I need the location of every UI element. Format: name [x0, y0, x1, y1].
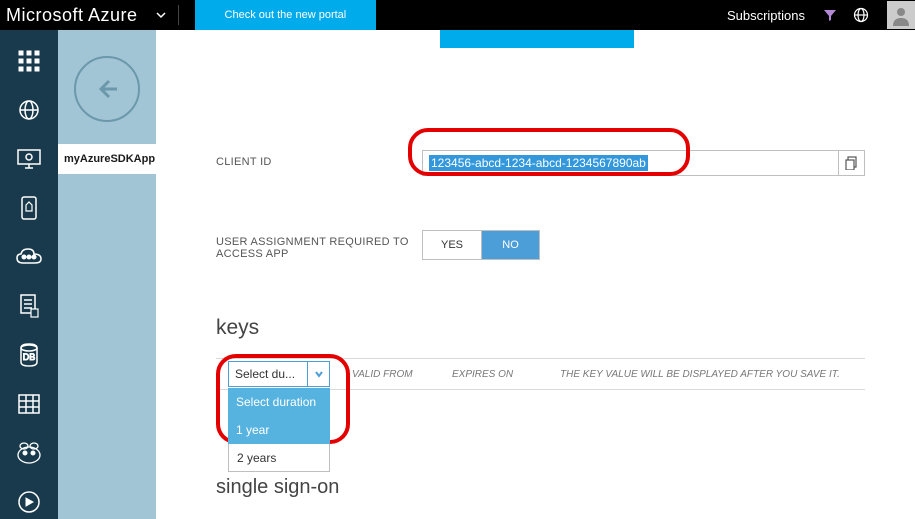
subnav-app-item[interactable]: myAzureSDKApp: [58, 144, 156, 174]
globe-icon[interactable]: [845, 7, 877, 23]
sub-navigation: myAzureSDKApp: [58, 30, 156, 519]
client-id-label: CLIENT ID: [216, 150, 422, 168]
top-bar: Microsoft Azure Check out the new portal…: [0, 0, 915, 30]
nav-globe-icon[interactable]: [9, 93, 49, 126]
column-valid-from: VALID FROM: [352, 369, 452, 380]
sso-section-title: single sign-on: [216, 476, 865, 499]
column-value-hint: THE KEY VALUE WILL BE DISPLAYED AFTER YO…: [560, 369, 865, 380]
nav-cloud-icon[interactable]: [9, 240, 49, 273]
user-assignment-label: USER ASSIGNMENT REQUIRED TO ACCESS APP: [216, 230, 422, 260]
chevron-down-icon: [307, 362, 329, 386]
nav-mobile-icon[interactable]: [9, 191, 49, 224]
nav-database-icon[interactable]: DB: [9, 339, 49, 372]
brand-label: Microsoft Azure: [0, 5, 150, 26]
duration-dropdown: Select duration 1 year 2 years: [228, 388, 330, 472]
left-navigation: DB: [0, 30, 58, 519]
nav-monitor-icon[interactable]: [9, 142, 49, 175]
client-id-field[interactable]: 123456-abcd-1234-abcd-1234567890ab: [422, 150, 839, 176]
duration-option-2years[interactable]: 2 years: [228, 444, 330, 472]
column-expires-on: EXPIRES ON: [452, 369, 560, 380]
filter-icon[interactable]: [815, 8, 845, 22]
svg-text:DB: DB: [23, 352, 36, 362]
nav-document-icon[interactable]: [9, 289, 49, 322]
toggle-no[interactable]: NO: [481, 231, 539, 259]
new-portal-button[interactable]: Check out the new portal: [195, 0, 377, 30]
separator: [178, 5, 179, 25]
nav-table-icon[interactable]: [9, 388, 49, 421]
main-content: CLIENT ID 123456-abcd-1234-abcd-12345678…: [156, 30, 915, 519]
duration-selected-label: Select du...: [229, 367, 307, 381]
brand-chevron-down-icon[interactable]: [154, 8, 168, 22]
nav-hdinsight-icon[interactable]: [9, 437, 49, 470]
duration-select[interactable]: Select du...: [228, 361, 330, 387]
nav-media-icon[interactable]: [9, 486, 49, 519]
toggle-yes[interactable]: YES: [423, 231, 481, 259]
nav-grid-icon[interactable]: [9, 44, 49, 77]
client-id-value: 123456-abcd-1234-abcd-1234567890ab: [429, 155, 648, 171]
duration-option-placeholder[interactable]: Select duration: [228, 388, 330, 416]
copy-client-id-button[interactable]: [839, 150, 865, 176]
subscriptions-link[interactable]: Subscriptions: [717, 8, 815, 23]
user-avatar[interactable]: [887, 1, 915, 29]
duration-option-1year[interactable]: 1 year: [228, 416, 330, 444]
keys-section-title: keys: [216, 316, 865, 340]
keys-table: Select du... VALID FROM EXPIRES ON THE K…: [216, 358, 865, 390]
back-button[interactable]: [74, 56, 140, 122]
user-assignment-toggle: YES NO: [422, 230, 540, 260]
